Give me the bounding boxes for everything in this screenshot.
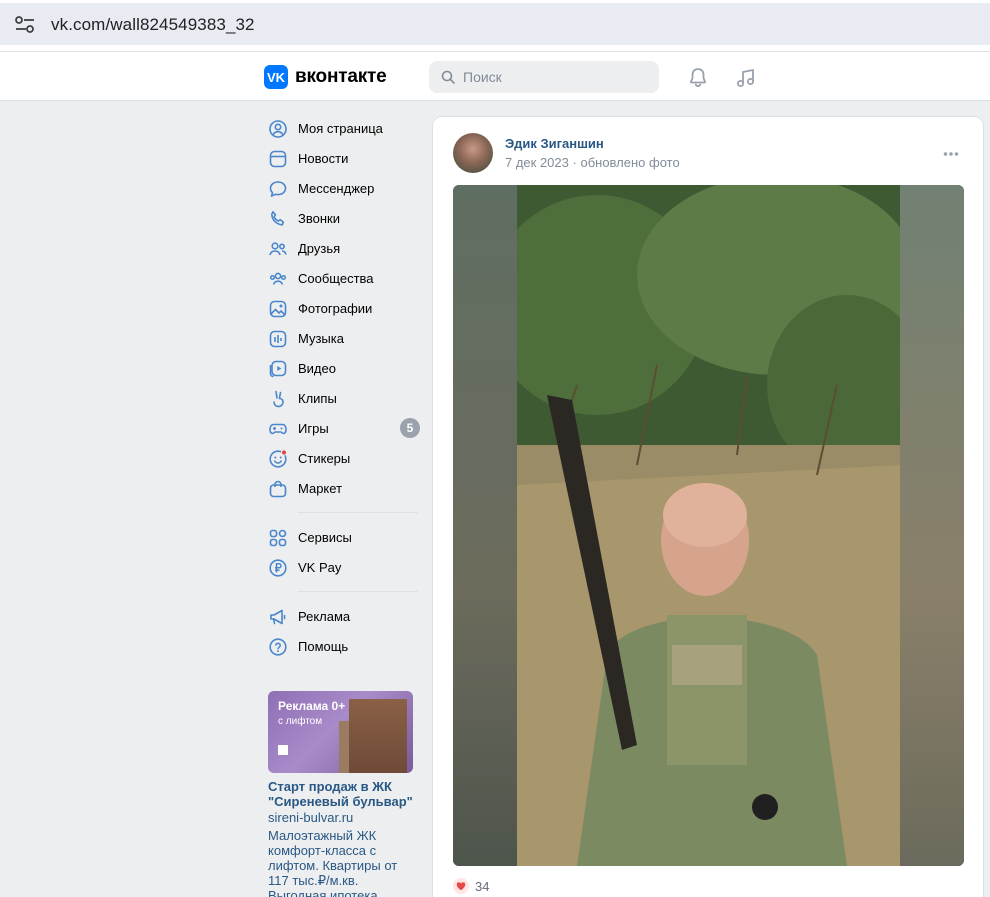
photo-main-image xyxy=(517,185,900,866)
site-header: VK вконтакте xyxy=(0,52,990,101)
site-settings-icon[interactable] xyxy=(14,15,36,35)
left-sidebar: Моя страница Новости Мессенджер Звонки Д… xyxy=(262,113,422,661)
sidebar-item-photos[interactable]: Фотографии xyxy=(262,293,422,323)
clips-icon xyxy=(273,390,284,408)
ad-title[interactable]: Старт продаж в ЖК "Сиреневый бульвар" xyxy=(268,779,418,809)
sidebar-item-label: Фотографии xyxy=(298,301,373,316)
like-button[interactable]: 34 xyxy=(453,878,489,894)
sidebar-item-label: Мессенджер xyxy=(298,181,375,196)
sidebar-item-news[interactable]: Новости xyxy=(262,143,422,173)
games-count-badge: 5 xyxy=(400,418,420,438)
sidebar-item-clips[interactable]: Клипы xyxy=(262,383,422,413)
post-author[interactable]: Эдик Зиганшин xyxy=(505,136,604,151)
sidebar-item-communities[interactable]: Сообщества xyxy=(262,263,422,293)
browser-address-bar: vk.com/wall824549383_32 xyxy=(0,0,990,52)
post-date[interactable]: 7 дек 2023 xyxy=(505,155,569,170)
search-box[interactable] xyxy=(429,61,659,93)
sidebar-item-vk-pay[interactable]: VK Pay xyxy=(262,552,422,582)
post-meta: 7 дек 2023 · обновлено фото xyxy=(505,155,680,170)
wall-post: Эдик Зиганшин 7 дек 2023 · обновлено фот… xyxy=(432,116,984,897)
vk-logo-icon: VK xyxy=(264,65,288,89)
photo-icon xyxy=(269,300,287,318)
avatar[interactable] xyxy=(453,133,493,173)
message-icon xyxy=(269,181,287,197)
sidebar-item-ads[interactable]: Реклама xyxy=(262,601,422,631)
ad-age-label: Реклама 0+ xyxy=(278,699,346,713)
music-note-icon[interactable] xyxy=(734,66,758,90)
sidebar-item-calls[interactable]: Звонки xyxy=(262,203,422,233)
ad-brand-logo-icon xyxy=(278,745,288,755)
vk-logo[interactable]: VK вконтакте xyxy=(264,65,387,89)
sidebar-divider xyxy=(298,591,418,592)
post-action: обновлено фото xyxy=(580,155,680,170)
news-icon xyxy=(269,150,287,168)
photo-blur-background xyxy=(900,185,964,866)
search-input[interactable] xyxy=(463,67,643,87)
sidebar-item-label: Друзья xyxy=(298,241,341,256)
ad-image-caption: с лифтом xyxy=(278,716,323,727)
sidebar-item-label: Сервисы xyxy=(298,530,352,545)
sidebar-item-games[interactable]: Игры 5 xyxy=(262,413,422,443)
ruble-icon xyxy=(269,559,287,577)
ad-building-shape xyxy=(349,699,407,773)
gamepad-icon xyxy=(269,423,287,435)
url-field[interactable]: vk.com/wall824549383_32 xyxy=(0,3,990,45)
sidebar-item-label: Игры xyxy=(298,421,329,436)
sidebar-ad[interactable]: Реклама 0+ с лифтом Старт продаж в ЖК "С… xyxy=(268,691,418,897)
sidebar-item-label: VK Pay xyxy=(298,560,342,575)
sidebar-item-messenger[interactable]: Мессенджер xyxy=(262,173,422,203)
heart-icon xyxy=(453,878,469,894)
help-icon xyxy=(269,638,287,656)
sidebar-item-label: Помощь xyxy=(298,639,349,654)
ad-text[interactable]: Малоэтажный ЖК комфорт-класса с лифтом. … xyxy=(268,828,408,897)
sidebar-item-label: Звонки xyxy=(298,211,340,226)
sidebar-item-music[interactable]: Музыка xyxy=(262,323,422,353)
like-count: 34 xyxy=(475,878,490,894)
sidebar-item-market[interactable]: Маркет xyxy=(262,473,422,503)
friends-icon xyxy=(269,242,287,256)
video-icon xyxy=(269,360,287,378)
sidebar-item-label: Стикеры xyxy=(298,451,351,466)
sidebar-item-help[interactable]: Помощь xyxy=(262,631,422,661)
sidebar-item-label: Клипы xyxy=(298,391,337,406)
phone-icon xyxy=(271,211,285,226)
sidebar-item-label: Музыка xyxy=(298,331,344,346)
sidebar-item-label: Новости xyxy=(298,151,349,166)
ad-image[interactable]: Реклама 0+ с лифтом xyxy=(268,691,413,773)
sidebar-item-friends[interactable]: Друзья xyxy=(262,233,422,263)
sidebar-item-label: Реклама xyxy=(298,609,351,624)
photo-blur-background xyxy=(453,185,517,866)
more-options-icon[interactable] xyxy=(943,151,959,157)
sidebar-item-label: Сообщества xyxy=(298,271,374,286)
sidebar-item-label: Видео xyxy=(298,361,336,376)
sidebar-divider xyxy=(298,512,418,513)
url-text[interactable]: vk.com/wall824549383_32 xyxy=(51,15,255,35)
logo-text: вконтакте xyxy=(295,66,387,87)
services-icon xyxy=(269,529,287,547)
sidebar-item-services[interactable]: Сервисы xyxy=(262,522,422,552)
bell-icon[interactable] xyxy=(686,66,710,90)
market-icon xyxy=(269,480,287,498)
sticker-icon xyxy=(269,449,288,468)
music-icon xyxy=(269,330,287,348)
search-icon xyxy=(441,70,455,84)
sidebar-item-label: Маркет xyxy=(298,481,343,496)
post-photo[interactable] xyxy=(453,185,964,866)
ad-domain[interactable]: sireni-bulvar.ru xyxy=(268,810,418,825)
sidebar-item-video[interactable]: Видео xyxy=(262,353,422,383)
communities-icon xyxy=(269,272,287,285)
megaphone-icon xyxy=(270,609,286,625)
sidebar-item-label: Моя страница xyxy=(298,121,383,136)
sidebar-item-my-page[interactable]: Моя страница xyxy=(262,113,422,143)
sidebar-item-stickers[interactable]: Стикеры xyxy=(262,443,422,473)
user-circle-icon xyxy=(269,120,287,138)
photo-illustration xyxy=(517,185,900,866)
